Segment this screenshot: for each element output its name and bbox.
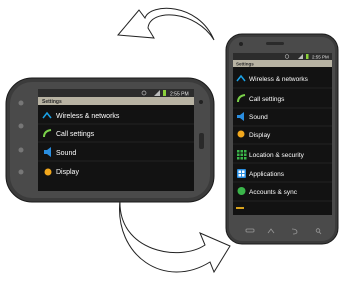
svg-text:Applications: Applications	[249, 171, 285, 178]
svg-text:Call settings: Call settings	[249, 96, 285, 103]
phone-portrait: 2:55 PM Settings Wireless & networks Cal…	[225, 33, 339, 245]
front-camera-icon	[239, 42, 243, 46]
svg-text:Accounts & sync: Accounts & sync	[249, 189, 298, 196]
svg-text:Wireless & networks: Wireless & networks	[249, 76, 309, 83]
brightness-icon	[237, 130, 245, 138]
landscape-settings-title: Settings	[42, 99, 62, 105]
home-key-icon[interactable]	[18, 123, 24, 129]
location-grid-icon	[237, 150, 247, 160]
svg-text:Call settings: Call settings	[56, 131, 95, 138]
svg-text:Display: Display	[56, 169, 79, 176]
brightness-icon	[44, 168, 52, 176]
rotation-diagram: 2:55 PM Settings Wireless & networks Cal…	[5, 7, 339, 274]
sync-icon	[237, 187, 246, 195]
phone-landscape: 2:55 PM Settings Wireless & networks Cal…	[5, 77, 215, 203]
svg-text:Sound: Sound	[56, 150, 76, 157]
search-key-icon[interactable]	[18, 169, 24, 175]
rotate-arrow-bottom	[119, 199, 231, 274]
svg-text:Display: Display	[249, 132, 271, 139]
landscape-item-display[interactable]: Display	[44, 168, 80, 177]
battery-icon	[163, 90, 166, 96]
applications-icon	[237, 169, 246, 178]
svg-text:Sound: Sound	[249, 114, 268, 121]
svg-text:Wireless & networks: Wireless & networks	[56, 113, 120, 120]
menu-key-icon[interactable]	[18, 100, 24, 106]
portrait-status-time: 2:55 PM	[312, 55, 329, 60]
back-key-icon[interactable]	[18, 147, 24, 153]
landscape-status-time: 2:55 PM	[170, 92, 189, 98]
battery-icon	[306, 54, 309, 59]
front-camera-icon	[199, 100, 203, 104]
portrait-item-applications[interactable]: Applications	[237, 169, 285, 178]
rotate-arrow-top	[116, 7, 215, 41]
portrait-settings-title: Settings	[236, 62, 254, 67]
svg-text:Location & security: Location & security	[249, 152, 305, 159]
